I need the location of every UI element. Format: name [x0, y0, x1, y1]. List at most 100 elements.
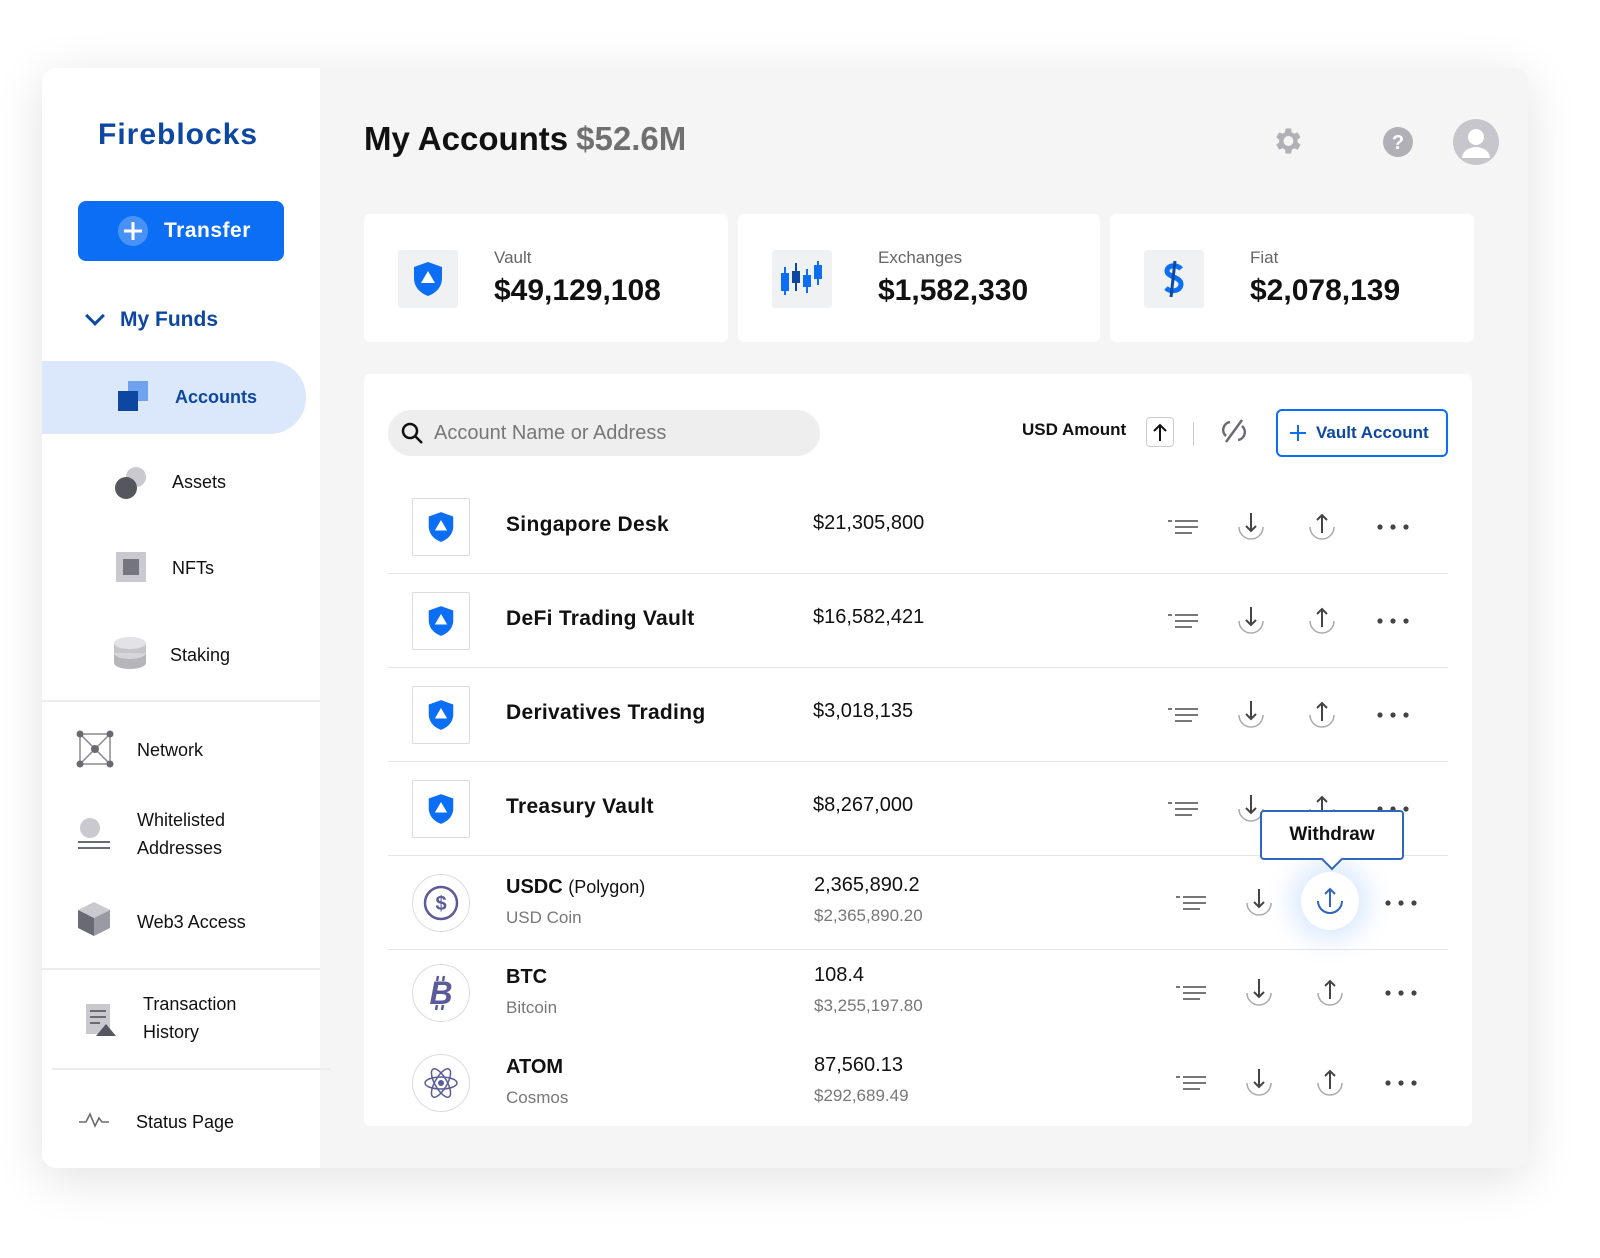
withdraw-icon[interactable]	[1305, 698, 1339, 732]
main-content: My Accounts $52.6M ? Vault $49,129,108 E…	[320, 68, 1528, 1168]
table-row[interactable]: $ USDC (Polygon) USD Coin 2,365,890.2 $2…	[388, 856, 1448, 950]
withdraw-icon[interactable]	[1305, 510, 1339, 544]
vault-shield-icon	[412, 780, 470, 838]
table-row[interactable]: Singapore Desk $21,305,800	[388, 480, 1448, 574]
asset-name: USD Coin	[506, 908, 582, 927]
list-icon[interactable]	[1166, 698, 1200, 732]
accounts-icon	[118, 381, 148, 411]
sidebar-item-web3-access[interactable]: Web3 Access	[76, 900, 306, 940]
page-title-text: My Accounts	[364, 120, 569, 157]
gear-icon[interactable]	[1270, 124, 1304, 158]
assets-icon	[115, 467, 146, 499]
sort-by-usd-amount[interactable]: USD Amount	[1022, 420, 1126, 440]
transfer-button-label: Transfer	[164, 219, 251, 242]
plus-icon	[1290, 425, 1306, 441]
more-options-icon[interactable]	[1376, 698, 1410, 732]
asset-symbol: ATOM	[506, 1056, 564, 1078]
transfer-button[interactable]: Transfer	[78, 201, 284, 261]
sidebar-item-whitelisted-addresses[interactable]: Whitelisted Addresses	[76, 806, 306, 868]
sidebar-item-nfts[interactable]: NFTs	[114, 548, 314, 588]
list-icon[interactable]	[1166, 792, 1200, 826]
withdraw-icon[interactable]	[1301, 872, 1359, 930]
icon-box	[398, 250, 458, 308]
sidebar-item-accounts[interactable]: Accounts	[42, 361, 306, 434]
table-row[interactable]: B BTC Bitcoin 108.4 $3,255,197.80	[388, 946, 1448, 1040]
sidebar-divider	[52, 1068, 330, 1070]
exchange-candles-icon	[781, 261, 822, 295]
account-name: Derivatives Trading	[506, 701, 706, 724]
my-funds-toggle[interactable]: My Funds	[84, 306, 218, 332]
chevron-down-icon	[85, 306, 105, 326]
search-input[interactable]	[434, 421, 794, 445]
sidebar-item-label: Whitelisted Addresses	[137, 810, 226, 858]
more-options-icon[interactable]	[1384, 1066, 1418, 1100]
toolbar-divider	[1193, 422, 1194, 446]
deposit-icon[interactable]	[1242, 886, 1276, 920]
withdraw-icon[interactable]	[1313, 976, 1347, 1010]
deposit-icon[interactable]	[1234, 698, 1268, 732]
account-amount: $3,018,135	[813, 700, 914, 722]
more-options-icon[interactable]	[1384, 886, 1418, 920]
account-amount: $21,305,800	[813, 512, 925, 534]
vault-shield-icon	[412, 686, 470, 744]
card-label: Vault	[494, 248, 532, 267]
asset-usd-value: $2,365,890.20	[814, 906, 923, 925]
more-options-icon[interactable]	[1376, 604, 1410, 638]
list-icon[interactable]	[1174, 976, 1208, 1010]
account-amount: $8,267,000	[813, 794, 914, 816]
deposit-icon[interactable]	[1234, 604, 1268, 638]
vault-shield-icon	[414, 262, 442, 296]
table-row[interactable]: DeFi Trading Vault $16,582,421	[388, 574, 1448, 668]
network-icon	[76, 730, 114, 768]
withdraw-icon[interactable]	[1305, 604, 1339, 638]
deposit-icon[interactable]	[1234, 510, 1268, 544]
table-row[interactable]: Derivatives Trading $3,018,135	[388, 668, 1448, 762]
card-label: Fiat	[1250, 248, 1279, 267]
cosmos-atom-icon	[412, 1054, 470, 1112]
sidebar-divider	[42, 968, 320, 970]
accounts-panel: USD Amount Vault Account	[364, 374, 1472, 1126]
sidebar-item-staking[interactable]: Staking	[112, 633, 312, 673]
whitelist-icon	[78, 818, 110, 849]
asset-usd-value: $3,255,197.80	[814, 996, 923, 1015]
list-icon[interactable]	[1166, 604, 1200, 638]
account-name: DeFi Trading Vault	[506, 607, 695, 630]
my-funds-label: My Funds	[120, 308, 218, 331]
list-icon[interactable]	[1166, 510, 1200, 544]
deposit-icon[interactable]	[1242, 1066, 1276, 1100]
exchanges-summary-card[interactable]: Exchanges $1,582,330	[738, 214, 1100, 342]
sidebar-item-label: Status Page	[136, 1112, 235, 1132]
account-name: Treasury Vault	[506, 795, 654, 818]
svg-text:B: B	[429, 975, 452, 1011]
fiat-dollar-icon	[1164, 260, 1184, 298]
deposit-icon[interactable]	[1242, 976, 1276, 1010]
list-icon[interactable]	[1174, 1066, 1208, 1100]
sidebar-item-assets[interactable]: Assets	[112, 462, 312, 502]
vault-shield-icon	[412, 592, 470, 650]
app-window: Fireblocks Transfer My Funds Accounts As…	[42, 68, 1528, 1168]
search-icon	[401, 422, 423, 444]
fiat-summary-card[interactable]: Fiat $2,078,139	[1110, 214, 1474, 342]
vault-account-label: Vault Account	[1316, 423, 1429, 442]
list-icon[interactable]	[1174, 886, 1208, 920]
sidebar-item-transaction-history[interactable]: Transaction History	[84, 990, 314, 1052]
search-bar[interactable]	[388, 410, 820, 456]
asset-name: Bitcoin	[506, 998, 558, 1017]
card-value: $49,129,108	[494, 274, 661, 307]
sidebar-item-label: Accounts	[175, 387, 258, 407]
hide-zero-balance-icon[interactable]	[1220, 416, 1248, 446]
withdraw-icon[interactable]	[1313, 1066, 1347, 1100]
total-balance: $52.6M	[576, 120, 687, 157]
more-options-icon[interactable]	[1376, 510, 1410, 544]
more-options-icon[interactable]	[1384, 976, 1418, 1010]
page-title: My Accounts $52.6M	[364, 120, 686, 158]
avatar[interactable]	[1452, 118, 1500, 166]
card-value: $2,078,139	[1250, 274, 1401, 307]
help-icon[interactable]: ?	[1382, 126, 1414, 158]
sidebar-item-network[interactable]: Network	[76, 730, 306, 770]
sidebar-item-status-page[interactable]: Status Page	[78, 1102, 308, 1138]
table-row[interactable]: ATOM Cosmos 87,560.13 $292,689.49	[388, 1036, 1448, 1130]
sort-direction-button[interactable]	[1146, 417, 1174, 447]
add-vault-account-button[interactable]: Vault Account	[1276, 409, 1448, 457]
vault-summary-card[interactable]: Vault $49,129,108	[364, 214, 728, 342]
